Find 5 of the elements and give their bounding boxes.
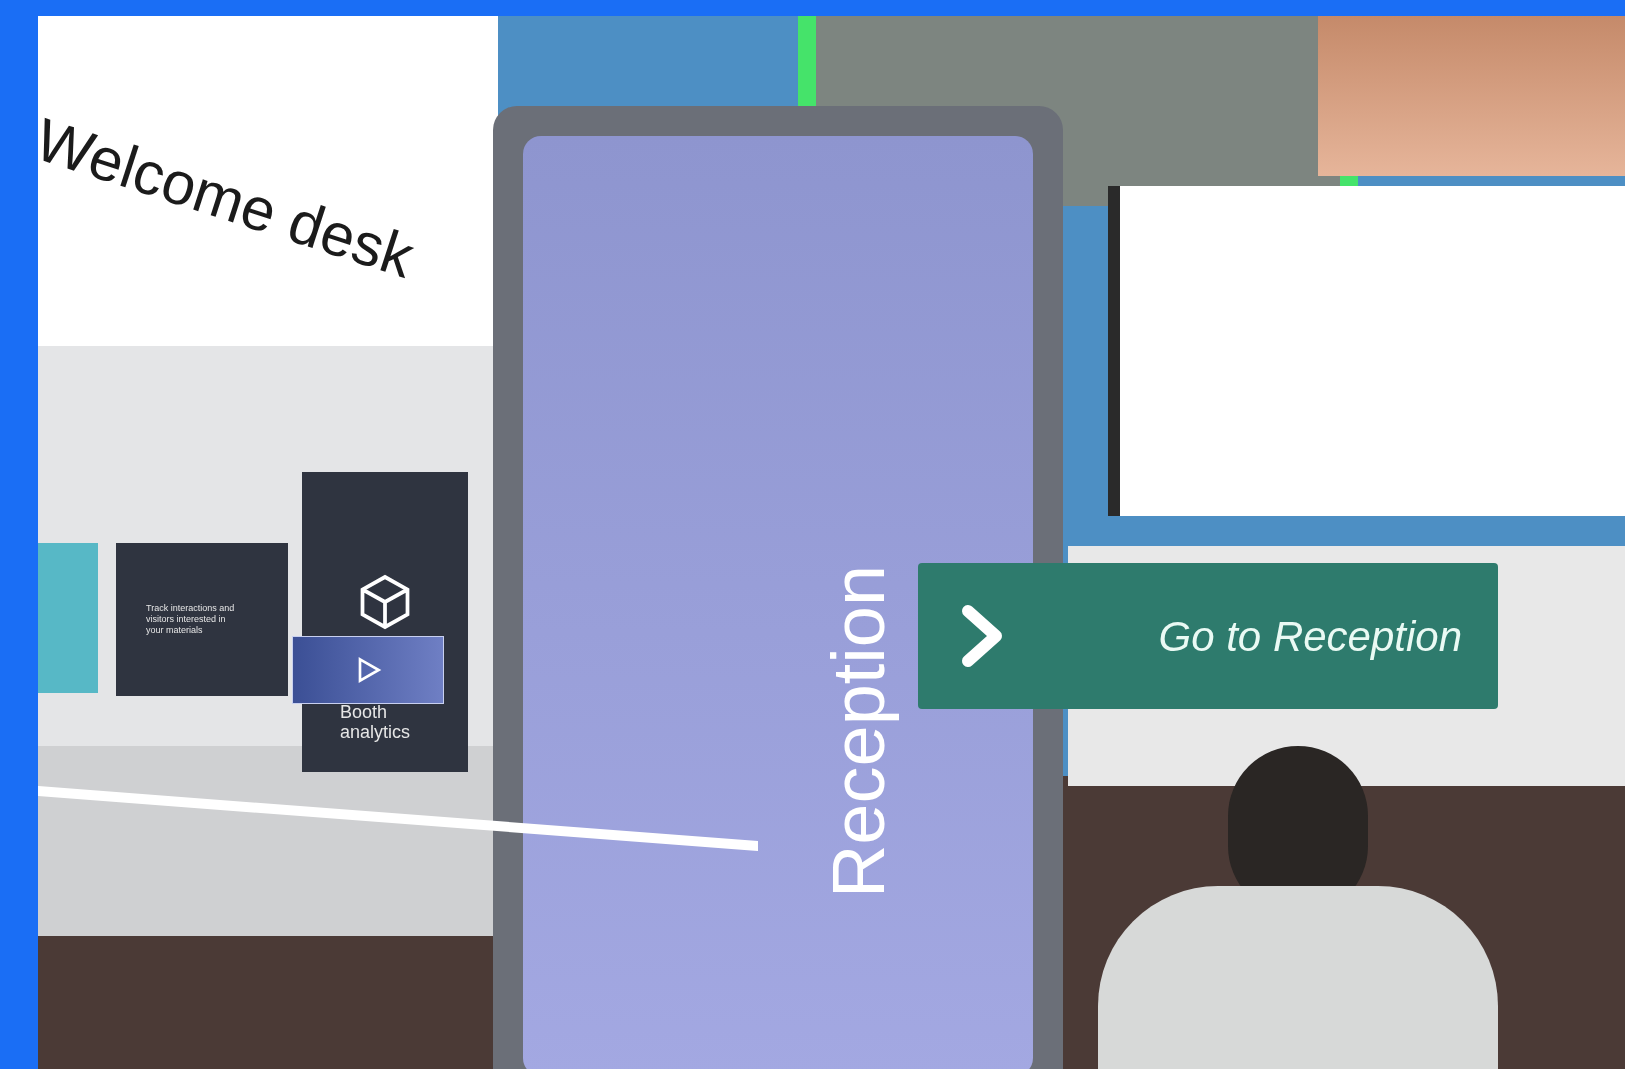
go-to-button[interactable]: Go to Reception <box>918 563 1498 709</box>
poster-text: Track interactions and visitors interested in your materials <box>146 603 236 636</box>
kiosk-title: Reception <box>815 563 901 901</box>
play-tile[interactable] <box>292 636 444 704</box>
poster-label: Booth analytics <box>340 702 412 742</box>
